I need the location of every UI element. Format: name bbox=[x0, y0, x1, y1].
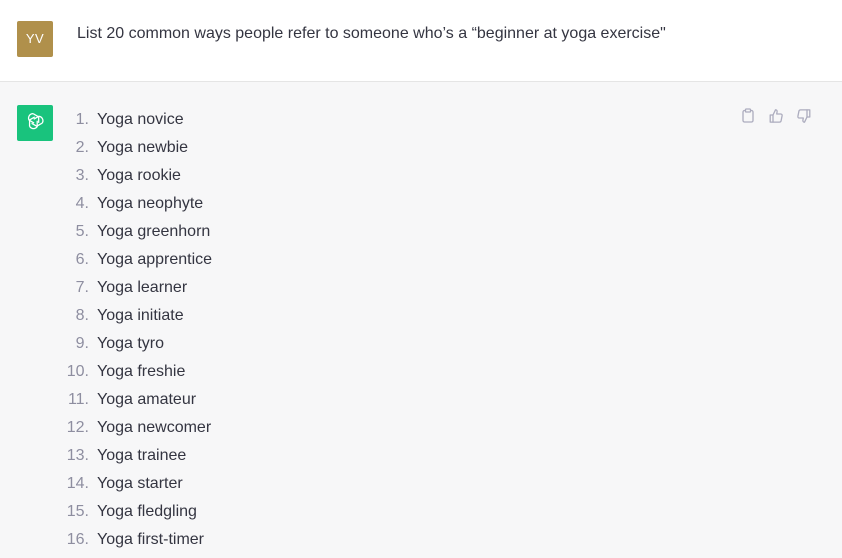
copy-button[interactable] bbox=[740, 108, 756, 128]
list-item-text: Yoga fledgling bbox=[97, 503, 197, 520]
thumbs-up-icon bbox=[768, 108, 784, 129]
thumbs-down-icon bbox=[796, 108, 812, 129]
chat-page: YV List 20 common ways people refer to s… bbox=[0, 0, 842, 558]
list-item-number: 7. bbox=[75, 279, 89, 296]
list-item-number: 5. bbox=[75, 223, 89, 240]
list-item-text: Yoga trainee bbox=[97, 447, 187, 464]
list-item-text: Yoga neophyte bbox=[97, 195, 204, 212]
thumbs-up-button[interactable] bbox=[768, 108, 784, 129]
user-message-row: YV List 20 common ways people refer to s… bbox=[0, 0, 842, 82]
openai-logo-icon bbox=[24, 110, 46, 137]
list-item-text: Yoga newcomer bbox=[97, 419, 212, 436]
list-item-text: Yoga amateur bbox=[97, 391, 197, 408]
user-message-text: List 20 common ways people refer to some… bbox=[77, 25, 666, 42]
list-item-number: 6. bbox=[75, 251, 89, 268]
list-item-number: 1. bbox=[75, 111, 89, 128]
list-item-text: Yoga first-timer bbox=[97, 531, 204, 548]
list-item-number: 12. bbox=[66, 419, 89, 436]
list-item-text: Yoga tyro bbox=[97, 335, 165, 352]
list-item-text: Yoga greenhorn bbox=[97, 223, 211, 240]
clipboard-icon bbox=[741, 108, 755, 128]
list-item-text: Yoga starter bbox=[97, 475, 183, 492]
list-item-text: Yoga freshie bbox=[97, 363, 186, 380]
list-item-number: 3. bbox=[75, 167, 89, 184]
list-item-number: 16. bbox=[66, 531, 89, 548]
list-item-number: 15. bbox=[66, 503, 89, 520]
list-item-number: 14. bbox=[66, 475, 89, 492]
assistant-message-row: 1. Yoga novice 2. Yoga newbie 3. Yoga rookie 4… bbox=[0, 82, 842, 558]
list-item-number: 11. bbox=[67, 391, 89, 408]
list-item-number: 13. bbox=[66, 447, 89, 464]
list-item-text: Yoga learner bbox=[97, 279, 188, 296]
list-item-text: Yoga rookie bbox=[97, 167, 181, 184]
list-item-number: 2. bbox=[75, 139, 89, 156]
list-item-number: 10. bbox=[66, 363, 89, 380]
list-item-text: Yoga initiate bbox=[97, 307, 184, 324]
user-avatar: YV bbox=[17, 21, 53, 57]
list-item-text: Yoga apprentice bbox=[97, 251, 213, 268]
message-actions bbox=[740, 108, 812, 129]
list-item-number: 9. bbox=[75, 335, 89, 352]
assistant-avatar bbox=[17, 105, 53, 141]
list-item-text: Yoga novice bbox=[97, 111, 184, 128]
list-item-text: Yoga newbie bbox=[97, 139, 189, 156]
thumbs-down-button[interactable] bbox=[796, 108, 812, 129]
list-item-number: 8. bbox=[75, 307, 89, 324]
list-item-number: 4. bbox=[75, 195, 89, 212]
